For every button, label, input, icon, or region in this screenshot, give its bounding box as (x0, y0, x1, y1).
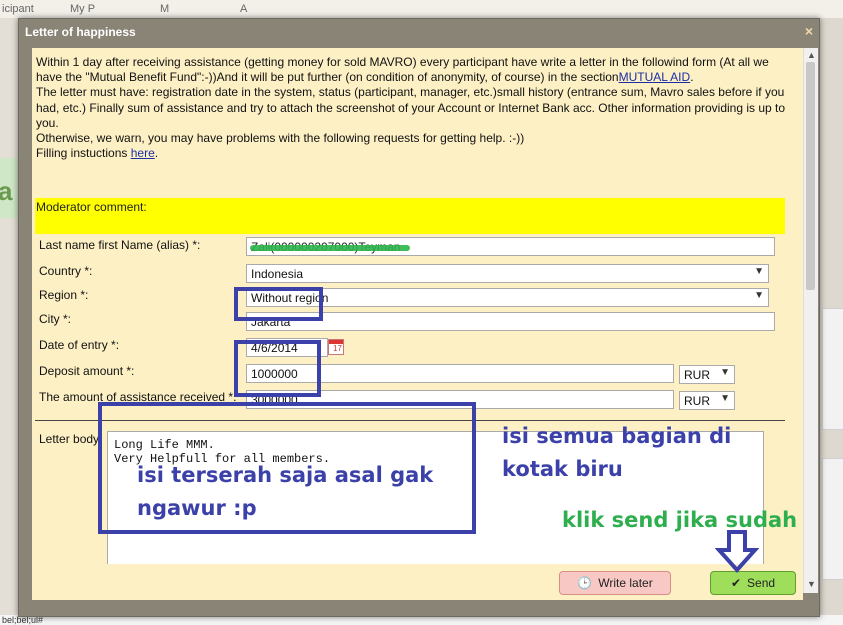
bg-tab-participant: icipant (2, 3, 34, 15)
letter-label: Letter body (39, 432, 100, 446)
annotation-letter-hint-line2: ngawur :p (137, 496, 257, 520)
bg-tab-a: A (240, 3, 248, 15)
chevron-down-icon: ▼ (754, 290, 764, 301)
chevron-down-icon: ▼ (720, 367, 730, 378)
intro-text: Within 1 day after receiving assistance … (36, 55, 796, 161)
bg-tab-my: My P (70, 3, 96, 15)
annotation-letter-hint: isi terserah saja asal gak ngawur :p (137, 459, 433, 525)
background-topbar: icipant My P M A (0, 0, 843, 19)
send-button[interactable]: ✔ Send (710, 571, 796, 595)
intro-line4-end: . (154, 146, 159, 161)
assistance-currency-value: RUR (684, 394, 710, 408)
intro-line1-end: . (690, 70, 694, 85)
country-value: Indonesia (251, 267, 304, 281)
region-label: Region *: (39, 288, 89, 302)
annotation-send-hint: klik send jika sudah (562, 508, 798, 532)
write-later-label: Write later (598, 576, 653, 590)
background-right (818, 18, 843, 625)
mutual-aid-link[interactable]: MUTUAL AID (619, 70, 691, 84)
deposit-currency-value: RUR (684, 368, 710, 382)
moderator-comment: Moderator comment: (35, 198, 785, 234)
redaction-scribble (250, 245, 410, 251)
close-icon[interactable]: × (805, 23, 813, 39)
city-label: City *: (39, 312, 72, 326)
clock-icon: 🕒 (577, 576, 593, 590)
chevron-down-icon: ▼ (720, 393, 730, 404)
intro-line2: The letter must have: registration date … (36, 85, 786, 130)
scrollbar-thumb[interactable] (806, 62, 815, 290)
region-select[interactable]: Without region ▼ (246, 288, 769, 307)
down-arrow-icon (715, 530, 759, 573)
chevron-down-icon: ▼ (754, 266, 764, 277)
moderator-label: Moderator comment: (36, 200, 147, 214)
dialog-title: Letter of happiness (25, 25, 136, 39)
annotation-fill-hint-line2: kotak biru (502, 457, 623, 481)
country-select[interactable]: Indonesia ▼ (246, 264, 769, 283)
bg-panel (822, 458, 843, 580)
scroll-down-icon[interactable]: ▼ (807, 579, 816, 589)
assistance-currency-select[interactable]: RUR ▼ (679, 391, 735, 410)
deposit-currency-select[interactable]: RUR ▼ (679, 365, 735, 384)
annotation-fill-hint: isi semua bagian di kotak biru (502, 420, 731, 486)
send-label: Send (747, 576, 776, 590)
calendar-day: 17 (333, 344, 342, 353)
deposit-label: Deposit amount *: (39, 364, 135, 378)
annotation-box-amounts (234, 340, 321, 397)
intro-line3: Otherwise, we warn, you may have problem… (36, 131, 525, 146)
scrollbar[interactable]: ▲ ▼ (803, 48, 818, 593)
checkmark-icon: ✔ (730, 576, 742, 590)
date-label: Date of entry *: (39, 338, 120, 352)
name-label: Last name first Name (alias) *: (39, 238, 201, 252)
country-label: Country *: (39, 264, 93, 278)
intro-line4: Filling instuctions (36, 146, 131, 161)
annotation-letter-hint-line1: isi terserah saja asal gak (137, 463, 434, 487)
instructions-link[interactable]: here (131, 146, 155, 160)
bg-panel (822, 308, 843, 430)
bg-tab-m: M (160, 3, 170, 15)
annotation-box-city (234, 287, 323, 321)
write-later-button[interactable]: 🕒 Write later (559, 571, 671, 595)
city-input[interactable] (246, 312, 775, 331)
calendar-icon[interactable]: 17 (328, 339, 344, 355)
annotation-fill-hint-line1: isi semua bagian di (502, 424, 732, 448)
scroll-up-icon[interactable]: ▲ (807, 50, 816, 60)
dialog-footer: 🕒 Write later ✔ Send (32, 564, 803, 600)
bg-letter: a (0, 176, 13, 206)
